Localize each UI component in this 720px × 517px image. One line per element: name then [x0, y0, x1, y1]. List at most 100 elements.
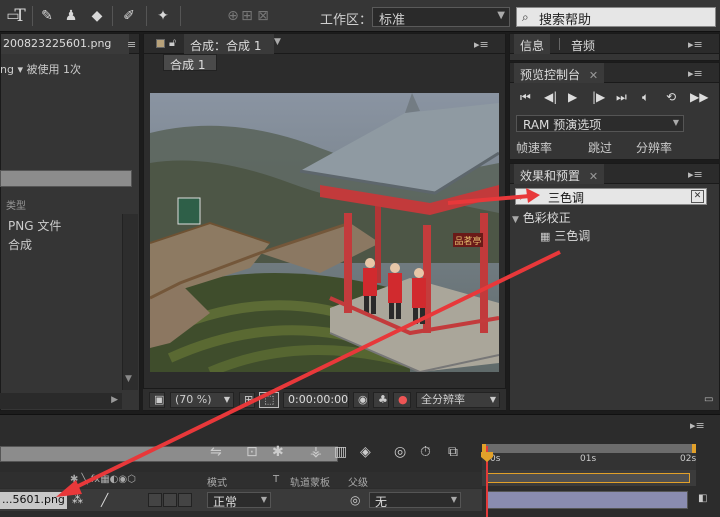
composition-viewer[interactable]: 品茗亭 [150, 93, 499, 372]
brush-tool-icon[interactable]: ✎ [38, 7, 56, 25]
search-icon: ⌕▾ [520, 190, 532, 203]
tab-effects-presets: 效果和预置 [520, 169, 581, 183]
channel-icon[interactable]: ♣ [373, 392, 389, 408]
resolution-label: 分辨率 [636, 141, 673, 155]
brainstorm-icon[interactable]: ◈ [360, 444, 371, 460]
scroll-right-icon[interactable]: ▶ [111, 395, 118, 405]
lock-icon[interactable]: 🔓︎ [169, 36, 176, 50]
project-scrollbar[interactable]: ▼ [122, 214, 138, 390]
ram-preview-options-dropdown[interactable]: RAM 预演选项 ▼ [516, 115, 684, 132]
list-item[interactable]: 合成 [0, 234, 122, 252]
3d-layer-switch[interactable] [178, 493, 192, 507]
effect-item-tritone[interactable]: ▦ 三色调 [540, 227, 590, 244]
work-area-bar[interactable] [482, 444, 696, 453]
toggle-switches-icon[interactable]: ◧ [698, 493, 707, 504]
comp-sub-tab[interactable]: 合成 1 [163, 54, 217, 72]
effect-icon: ▦ [540, 230, 551, 243]
panel-menu-icon[interactable]: ▸≡ [690, 419, 705, 432]
time-ruler[interactable]: 0s 01s 02s [482, 444, 696, 470]
panel-menu-icon[interactable]: ▸≡ [474, 38, 489, 51]
col-parent: 父级 [348, 478, 368, 489]
col-t: T [273, 474, 280, 485]
close-icon[interactable]: ✕ [589, 170, 598, 183]
chevron-down-icon: ▼ [223, 395, 230, 404]
layer-duration-bar[interactable] [486, 491, 688, 509]
chevron-down-icon[interactable]: ▼ [274, 37, 281, 47]
last-frame-icon[interactable]: ⏭ [616, 90, 627, 105]
tab-project[interactable]: 200823225601.png [1, 34, 129, 54]
close-icon[interactable]: ✕ [589, 69, 598, 82]
preview-panel: 预览控制台 ✕ ▸≡ ⏮ ◀| ▶ |▶ ⏭ 🔈︎ ⟲ ▶▶ RAM 预演选项 … [509, 62, 720, 160]
zoom-dropdown[interactable]: (70 %) ▼ [170, 392, 234, 408]
composition-tabbar: 🔓︎ 合成：合成 1 ▼ ▸≡ [144, 34, 505, 54]
text-tool-icon[interactable]: T [11, 7, 29, 25]
tab-composition[interactable]: 合成：合成 1 [184, 34, 274, 54]
project-hscrollbar[interactable]: ▶ [0, 393, 122, 409]
draft-3d-icon[interactable]: ⊡ [246, 444, 258, 460]
search-icon: ⌕ [522, 10, 529, 24]
shy-layers-icon[interactable]: ✱ [272, 444, 284, 460]
timeline-column-header: ✱ ╲ fx▦◐◉⬡ 模式 T 轨道蒙板 父级 [0, 472, 482, 489]
live-update-icon[interactable]: ⧉ [448, 444, 458, 460]
roto-brush-icon[interactable]: ✐ [120, 7, 138, 25]
audio-icon[interactable]: 🔈︎ [642, 90, 649, 105]
panel-menu-icon[interactable]: ▸≡ [688, 38, 703, 51]
axis-view-icon[interactable]: ⊠ [254, 7, 272, 25]
motion-blur-icon[interactable]: ▥ [334, 444, 347, 460]
comp-mini-flowchart-icon[interactable]: ⇋ [210, 444, 222, 460]
quality-switch-icon[interactable]: ╱ [101, 493, 108, 507]
new-folder-icon[interactable]: ▭ [704, 394, 713, 405]
eraser-tool-icon[interactable]: ◆ [88, 7, 106, 25]
layer-name[interactable]: ...5601.png [0, 492, 67, 509]
rgb-channels-icon[interactable]: ● [393, 392, 411, 408]
workspace-select[interactable]: 标准 ▼ [372, 7, 510, 28]
work-area-strip[interactable] [482, 470, 696, 486]
current-time-indicator[interactable] [481, 446, 493, 517]
clone-stamp-icon[interactable]: ♟ [62, 7, 80, 25]
frame-blending-icon[interactable]: ⚶ [310, 444, 322, 460]
effects-search-input[interactable]: ⌕▾ 三色调 ✕ [515, 188, 707, 205]
previous-frame-icon[interactable]: ◀| [544, 90, 557, 104]
skip-label: 跳过 [588, 141, 613, 155]
project-search-input[interactable] [0, 170, 132, 187]
panel-menu-icon[interactable]: ▸≡ [688, 168, 703, 181]
tab-info[interactable]: 信息 [514, 34, 551, 54]
panel-menu-icon[interactable]: ▸≡ [688, 67, 703, 80]
chevron-down-icon: ▼ [497, 10, 505, 21]
pick-whip-icon[interactable]: ◎ [350, 493, 360, 507]
loop-icon[interactable]: ⟲ [666, 90, 676, 104]
workspace-label: 工作区： [320, 13, 373, 28]
timeline-search-input[interactable] [0, 446, 338, 462]
parent-dropdown[interactable]: 无 ▼ [369, 492, 461, 509]
tab-audio[interactable]: 音频 [565, 34, 601, 54]
frame-rate-label: 帧速率 [516, 141, 553, 155]
list-item[interactable]: PNG 文件 [0, 215, 122, 233]
clear-search-icon[interactable]: ✕ [691, 190, 704, 203]
help-search-input[interactable]: ⌕ 搜索帮助 [516, 7, 716, 28]
effects-category[interactable]: ▼ 色彩校正 [512, 209, 571, 226]
motion-blur-switch[interactable] [163, 493, 177, 507]
pavilion-sign: 品茗亭 [454, 235, 481, 247]
first-frame-icon[interactable]: ⏮ [520, 90, 531, 105]
camera-icon[interactable]: ◉ [353, 392, 369, 408]
shy-switch-icon[interactable]: ⁂ [72, 493, 83, 506]
blend-mode-dropdown[interactable]: 正常 ▼ [207, 492, 271, 509]
effect-switch[interactable] [148, 493, 162, 507]
help-search-placeholder: 搜索帮助 [539, 13, 592, 28]
composition-controls: ▣ (70 %) ▼ ⊞ ⬚ 0:00:00:00 ◉ ♣ ● 全分辨率 ▼ [143, 388, 506, 410]
transparency-grid-icon[interactable]: ⬚ [259, 392, 279, 408]
stopwatch-icon[interactable]: ⏱ [420, 444, 431, 460]
grid-icon[interactable]: ⊞ [239, 392, 255, 408]
chevron-down-icon: ▼ [450, 495, 457, 504]
tab-preview: 预览控制台 [520, 68, 581, 82]
region-icon[interactable]: ▣ [149, 392, 165, 408]
resolution-dropdown[interactable]: 全分辨率 ▼ [416, 392, 500, 408]
panel-menu-icon[interactable]: ≡ [127, 38, 136, 51]
graph-editor-icon[interactable]: ◎ [394, 444, 406, 460]
timecode-field[interactable]: 0:00:00:00 [283, 392, 349, 408]
puppet-pin-icon[interactable]: ✦ [154, 7, 172, 25]
scroll-down-icon[interactable]: ▼ [125, 374, 132, 384]
ram-preview-icon[interactable]: ▶▶ [690, 90, 708, 104]
next-frame-icon[interactable]: |▶ [592, 90, 605, 104]
play-icon[interactable]: ▶ [568, 90, 577, 104]
